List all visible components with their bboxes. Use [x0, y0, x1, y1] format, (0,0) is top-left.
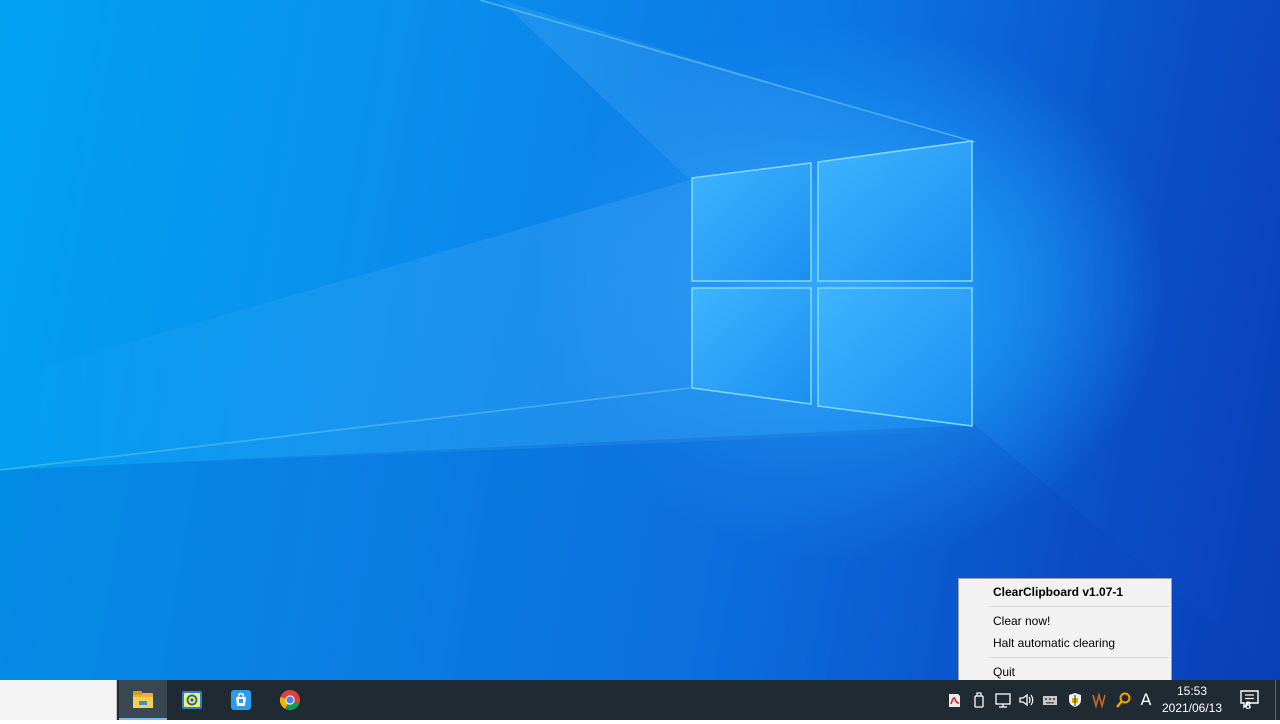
taskbar: A 15:53 2021/06/13 8 [0, 680, 1280, 720]
menu-item-halt-automatic-clearing[interactable]: Halt automatic clearing [960, 632, 1170, 654]
taskbar-clock[interactable]: 15:53 2021/06/13 [1158, 683, 1226, 717]
menu-separator [989, 606, 1169, 607]
notification-icon [1240, 690, 1259, 709]
action-center-button[interactable] [1234, 680, 1270, 720]
microsoft-store-icon [231, 690, 251, 710]
menu-item-quit[interactable]: Quit [960, 661, 1170, 680]
keyboard-icon[interactable] [1041, 691, 1059, 709]
volume-icon[interactable] [1017, 691, 1035, 709]
clock-date: 2021/06/13 [1161, 701, 1223, 715]
menu-separator [989, 657, 1169, 658]
taskbar-app-file-explorer[interactable] [119, 680, 167, 720]
file-explorer-icon [133, 691, 153, 708]
taskbar-app-microsoft-store[interactable] [217, 680, 265, 720]
mail-app-icon [182, 691, 202, 709]
pdf-tray-icon[interactable] [945, 691, 963, 709]
security-shield-icon[interactable] [1066, 691, 1084, 709]
menu-item-clear-now[interactable]: Clear now! [960, 610, 1170, 632]
clearclipboard-context-menu: ClearClipboard v1.07-1 Clear now! Halt a… [958, 578, 1172, 680]
taskbar-search-box[interactable] [0, 680, 117, 720]
desktop[interactable]: ClearClipboard v1.07-1 Clear now! Halt a… [0, 0, 1280, 680]
network-icon[interactable] [994, 691, 1012, 709]
clock-time: 15:53 [1176, 684, 1208, 698]
ime-icon[interactable]: A [1137, 691, 1155, 709]
show-desktop-button[interactable] [1275, 680, 1280, 720]
usb-eject-icon[interactable] [970, 691, 988, 709]
search-tool-icon[interactable] [1114, 691, 1132, 709]
taskbar-app-chrome[interactable] [266, 680, 314, 720]
taskbar-app-mail[interactable] [168, 680, 216, 720]
notification-count-badge: 8 [1245, 700, 1252, 712]
chrome-icon [279, 690, 300, 711]
menu-title[interactable]: ClearClipboard v1.07-1 [960, 581, 1170, 603]
wave-app-icon[interactable] [1090, 691, 1108, 710]
